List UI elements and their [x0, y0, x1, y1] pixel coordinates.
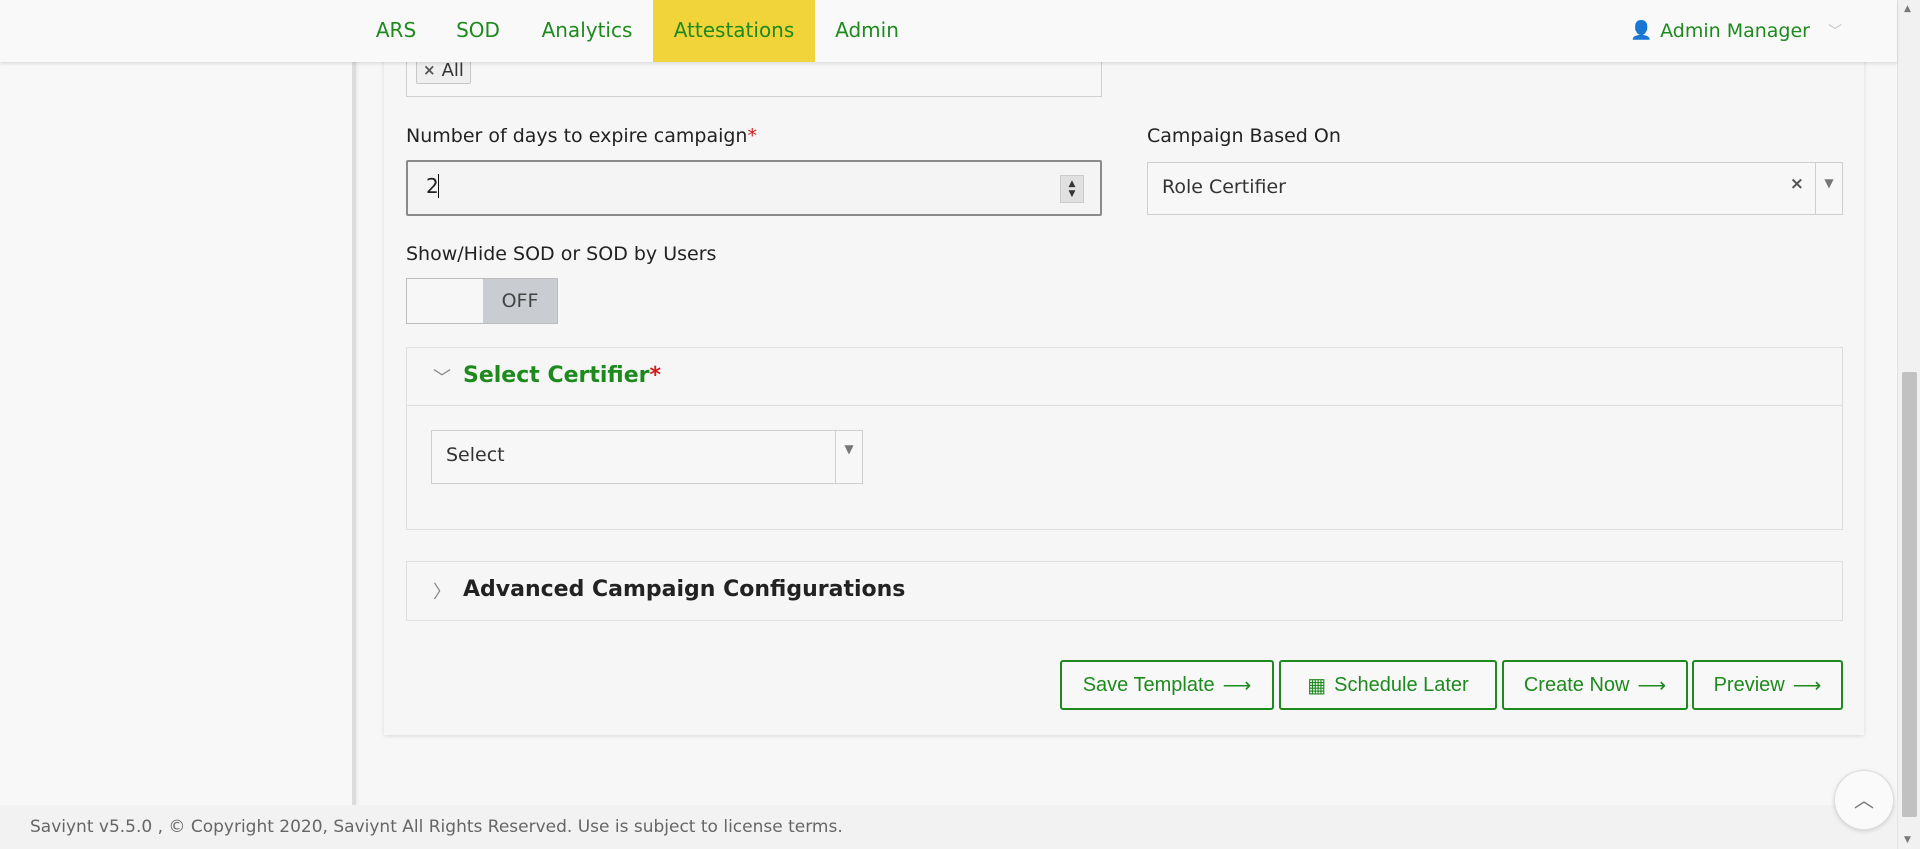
nav-item-sod[interactable]: SOD: [446, 0, 510, 62]
arrow-right-icon: ⟶: [1222, 674, 1252, 697]
scroll-to-top-button[interactable]: ︿: [1834, 770, 1894, 830]
campaign-based-on-label: Campaign Based On: [1147, 125, 1341, 147]
days-label-text: Number of days to expire campaign: [406, 125, 748, 147]
save-template-button[interactable]: Save Template ⟶: [1060, 660, 1274, 710]
arrow-right-icon: ⟶: [1792, 674, 1822, 697]
save-template-label: Save Template: [1082, 673, 1215, 696]
toggle-state: OFF: [483, 279, 557, 323]
dropdown-arrow-icon[interactable]: ▼: [835, 431, 862, 483]
campaign-based-on-select[interactable]: Role Certifier × ▼: [1147, 162, 1843, 215]
certifier-select-placeholder: Select: [446, 444, 505, 466]
days-to-expire-input[interactable]: 2 ▲ ▼: [406, 160, 1102, 216]
sod-toggle-label: Show/Hide SOD or SOD by Users: [406, 243, 717, 265]
advanced-config-panel[interactable]: 〉 Advanced Campaign Configurations: [406, 561, 1843, 621]
chevron-down-icon[interactable]: ﹀: [433, 364, 451, 390]
dropdown-arrow-icon[interactable]: ▼: [1815, 163, 1842, 214]
nav-item-attestations[interactable]: Attestations: [653, 0, 815, 62]
chevron-down-icon: ﹀: [1828, 24, 1842, 40]
sod-toggle-switch[interactable]: OFF: [406, 278, 558, 324]
schedule-later-label: Schedule Later: [1334, 673, 1469, 696]
scroll-up-icon[interactable]: ▲: [1904, 4, 1911, 14]
nav-item-admin[interactable]: Admin: [826, 0, 908, 62]
days-label: Number of days to expire campaign*: [406, 125, 757, 147]
text-cursor: [438, 174, 439, 198]
left-sidebar: [0, 0, 356, 805]
scroll-down-icon[interactable]: ▼: [1904, 835, 1911, 845]
chevron-right-icon[interactable]: 〉: [433, 578, 451, 604]
chip-label: All: [441, 59, 464, 81]
user-name: Admin Manager: [1660, 20, 1810, 42]
campaign-based-on-value: Role Certifier: [1162, 176, 1286, 198]
calendar-icon: ▦: [1307, 674, 1327, 697]
required-asterisk: *: [747, 125, 757, 147]
preview-label: Preview: [1713, 673, 1785, 696]
clear-selection-icon[interactable]: ×: [1790, 174, 1804, 194]
vertical-scrollbar[interactable]: ▲ ▼: [1897, 0, 1920, 849]
copyright-text: Saviynt v5.5.0 , © Copyright 2020, Saviy…: [30, 817, 843, 837]
top-navigation: ARS SOD Analytics Attestations Admin 👤 A…: [0, 0, 1897, 62]
scrollbar-thumb[interactable]: [1902, 372, 1917, 817]
create-now-button[interactable]: Create Now ⟶: [1502, 660, 1688, 710]
user-menu[interactable]: 👤 Admin Manager ﹀: [1630, 0, 1842, 62]
number-stepper[interactable]: ▲ ▼: [1060, 175, 1084, 203]
stepper-down-icon[interactable]: ▼: [1069, 189, 1076, 199]
select-certifier-header[interactable]: ﹀ Select Certifier*: [407, 348, 1842, 406]
days-value: 2: [426, 174, 439, 198]
arrow-right-icon: ⟶: [1637, 674, 1667, 697]
user-avatar-icon: 👤: [1630, 20, 1653, 41]
certifier-select[interactable]: Select ▼: [431, 430, 863, 484]
preview-button[interactable]: Preview ⟶: [1692, 660, 1843, 710]
page-footer: Saviynt v5.5.0 , © Copyright 2020, Saviy…: [0, 805, 1897, 849]
advanced-config-title: Advanced Campaign Configurations: [463, 577, 906, 602]
certifier-title-text: Select Certifier: [463, 363, 650, 388]
remove-chip-icon[interactable]: ×: [423, 61, 436, 79]
required-asterisk: *: [649, 363, 662, 388]
create-now-label: Create Now: [1523, 673, 1630, 696]
chevron-up-icon: ︿: [1854, 788, 1874, 812]
stepper-up-icon[interactable]: ▲: [1069, 179, 1076, 189]
nav-item-analytics[interactable]: Analytics: [527, 0, 647, 62]
schedule-later-button[interactable]: ▦ Schedule Later: [1279, 660, 1497, 710]
nav-item-ars[interactable]: ARS: [362, 0, 430, 62]
select-certifier-title: Select Certifier*: [463, 363, 661, 388]
